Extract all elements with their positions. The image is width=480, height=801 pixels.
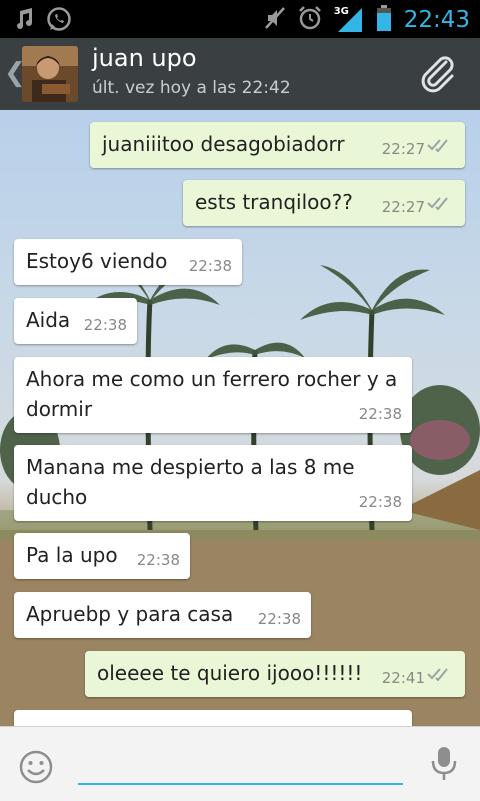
message-bubble-incoming[interactable]: Pa la upo 22:38 (14, 533, 190, 579)
paperclip-icon[interactable] (418, 54, 458, 98)
message-input[interactable] (78, 741, 403, 785)
message-bubble-incoming[interactable]: Estoy6 viendo 22:38 (14, 239, 242, 285)
double-check-icon (427, 188, 453, 218)
message-time: 22:38 (136, 551, 180, 569)
message-bubble-outgoing[interactable]: oleeee te quiero ijooo!!!!!! 22:41 (85, 651, 465, 697)
message-text: Apruebp y para casa (26, 602, 234, 626)
message-time: 22:38 (257, 610, 301, 628)
music-icon (14, 8, 34, 34)
alarm-icon (298, 6, 322, 34)
message-bubble-incoming[interactable]: Apruebp y para casa 22:38 (14, 592, 311, 638)
chat-header[interactable]: ❮ juan upo últ. vez hoy a las 22:42 (0, 38, 480, 111)
message-text: Manana me despierto a las 8 me ducho (26, 455, 355, 509)
message-bubble-incoming[interactable]: Ahora me como un ferrero rocher y a dorm… (14, 357, 412, 433)
message-time: 22:27 (381, 140, 425, 158)
message-text: Ahora me como un ferrero rocher y a dorm… (26, 367, 398, 421)
message-text: Estoy6 viendo (26, 249, 168, 273)
input-underline (78, 783, 403, 785)
message-bubble-outgoing[interactable]: juaniiitoo desagobiadorr 22:27 (90, 122, 465, 168)
signal-icon: 3G (334, 6, 364, 34)
whatsapp-icon (46, 6, 72, 36)
message-text: oleeee te quiero ijooo!!!!!! (97, 661, 363, 685)
avatar[interactable] (22, 46, 78, 102)
message-text: Pa la upo (26, 543, 118, 567)
message-text: juaniiitoo desagobiadorr (102, 132, 345, 156)
clock-time: 22:43 (403, 7, 470, 33)
message-time: 22:38 (358, 405, 402, 423)
message-bubble-incoming[interactable]: Aida 22:38 (14, 298, 137, 344)
microphone-icon[interactable] (430, 745, 458, 787)
battery-icon (376, 4, 392, 36)
double-check-icon (427, 659, 453, 689)
contact-name: juan upo (92, 44, 197, 72)
message-time: 22:41 (381, 669, 425, 687)
message-bubble-partial[interactable] (14, 710, 412, 726)
message-bubble-outgoing[interactable]: ests tranqiloo?? 22:27 (183, 180, 465, 226)
mute-icon (264, 6, 286, 34)
chat-area[interactable]: juaniiitoo desagobiadorr 22:27 ests tran… (0, 110, 480, 726)
message-bubble-incoming[interactable]: Manana me despierto a las 8 me ducho 22:… (14, 445, 412, 521)
message-time: 22:27 (381, 198, 425, 216)
message-input-bar (0, 726, 480, 801)
message-time: 22:38 (83, 316, 127, 334)
message-text: ests tranqiloo?? (195, 190, 353, 214)
double-check-icon (427, 130, 453, 160)
message-time: 22:38 (358, 493, 402, 511)
message-time: 22:38 (188, 257, 232, 275)
last-seen-status: últ. vez hoy a las 22:42 (92, 78, 291, 98)
message-text: Aida (26, 308, 71, 332)
emoji-icon[interactable] (18, 749, 54, 789)
status-bar: 3G 22:43 (0, 0, 480, 38)
